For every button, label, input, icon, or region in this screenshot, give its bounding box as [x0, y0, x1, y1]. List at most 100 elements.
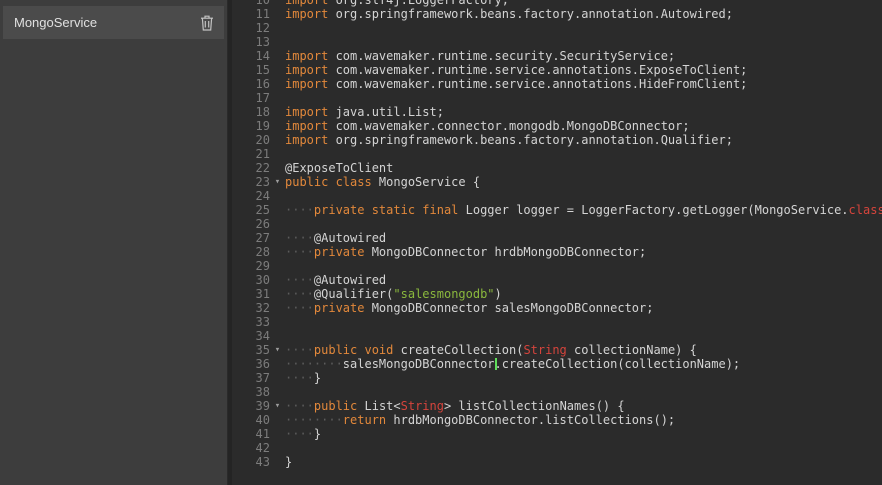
- code-row[interactable]: 29: [232, 259, 882, 273]
- code-line-text: ····}: [285, 427, 882, 441]
- code-line-text: [285, 315, 882, 329]
- code-row[interactable]: 14import com.wavemaker.runtime.security.…: [232, 49, 882, 63]
- code-line-text: ····private MongoDBConnector salesMongoD…: [285, 301, 882, 315]
- code-editor[interactable]: 10 import org.slf4j.LoggerFactory;11impor…: [232, 0, 882, 485]
- code-row[interactable]: 26: [232, 217, 882, 231]
- line-number: 36: [232, 357, 270, 371]
- code-row[interactable]: 33: [232, 315, 882, 329]
- line-number: 10: [232, 0, 270, 7]
- code-row[interactable]: 15 import com.wavemaker.runtime.service.a…: [232, 63, 882, 77]
- code-row[interactable]: 21: [232, 147, 882, 161]
- fold-spacer: [270, 427, 285, 441]
- fold-spacer: [270, 357, 285, 371]
- fold-arrow-icon[interactable]: ▾: [270, 399, 285, 413]
- code-row[interactable]: 36 ········salesMongoDBConnector.createCo…: [232, 357, 882, 371]
- fold-spacer: [270, 119, 285, 133]
- code-row[interactable]: 39▾····public List<String> listCollectio…: [232, 399, 882, 413]
- line-number: 43: [232, 455, 270, 469]
- line-number: 30: [232, 273, 270, 287]
- line-number: 41: [232, 427, 270, 441]
- fold-spacer: [270, 385, 285, 399]
- code-row[interactable]: 32····private MongoDBConnector salesMong…: [232, 301, 882, 315]
- fold-spacer: [270, 105, 285, 119]
- code-row[interactable]: 11import org.springframework.beans.facto…: [232, 7, 882, 21]
- line-number: 15: [232, 63, 270, 77]
- code-row[interactable]: 40········return hrdbMongoDBConnector.li…: [232, 413, 882, 427]
- line-number: 42: [232, 441, 270, 455]
- code-row[interactable]: 37····}: [232, 371, 882, 385]
- code-line-text: import com.wavemaker.connector.mongodb.M…: [285, 119, 882, 133]
- sidebar-item-mongoservice[interactable]: MongoService: [3, 6, 224, 39]
- code-line-text: ····public List<String> listCollectionNa…: [285, 399, 882, 413]
- fold-spacer: [270, 287, 285, 301]
- fold-spacer: [270, 455, 285, 469]
- code-line-text: import org.springframework.beans.factory…: [285, 7, 882, 21]
- code-row[interactable]: 30····@Autowired: [232, 273, 882, 287]
- code-row[interactable]: 19import com.wavemaker.connector.mongodb…: [232, 119, 882, 133]
- code-line-text: [285, 189, 882, 203]
- fold-spacer: [270, 203, 285, 217]
- code-line-text: ····@Qualifier("salesmongodb"): [285, 287, 882, 301]
- fold-spacer: [270, 7, 285, 21]
- code-row[interactable]: 25····private static final Logger logger…: [232, 203, 882, 217]
- line-number: 37: [232, 371, 270, 385]
- code-line-text: ····private static final Logger logger =…: [285, 203, 882, 217]
- fold-spacer: [270, 161, 285, 175]
- code-line-text: import org.springframework.beans.factory…: [285, 133, 882, 147]
- code-row[interactable]: 41 ····}: [232, 427, 882, 441]
- code-row[interactable]: 27····@Autowired: [232, 231, 882, 245]
- code-row[interactable]: 18import java.util.List;: [232, 105, 882, 119]
- line-number: 23: [232, 175, 270, 189]
- line-number: 17: [232, 91, 270, 105]
- code-line-text: [285, 21, 882, 35]
- code-line-text: ········salesMongoDBConnector.createColl…: [285, 357, 882, 371]
- service-list-sidebar: MongoService: [0, 0, 228, 485]
- code-row[interactable]: 12: [232, 21, 882, 35]
- line-number: 14: [232, 49, 270, 63]
- fold-spacer: [270, 91, 285, 105]
- fold-arrow-icon[interactable]: ▾: [270, 175, 285, 189]
- line-number: 34: [232, 329, 270, 343]
- line-number: 13: [232, 35, 270, 49]
- code-line-text: import com.wavemaker.runtime.service.ann…: [285, 77, 882, 91]
- code-row[interactable]: 16 import com.wavemaker.runtime.service.a…: [232, 77, 882, 91]
- code-row[interactable]: 22@ExposeToClient: [232, 161, 882, 175]
- code-row[interactable]: 31····@Qualifier("salesmongodb"): [232, 287, 882, 301]
- code-line-text: import java.util.List;: [285, 105, 882, 119]
- app-window: MongoService 10 import org.slf4j.LoggerFa…: [0, 0, 882, 485]
- code-line-text: ····private MongoDBConnector hrdbMongoDB…: [285, 245, 882, 259]
- line-number: 35: [232, 343, 270, 357]
- fold-spacer: [270, 63, 285, 77]
- fold-spacer: [270, 189, 285, 203]
- code-row[interactable]: 10 import org.slf4j.LoggerFactory;: [232, 0, 882, 7]
- code-line-text: [285, 441, 882, 455]
- code-line-text: import org.slf4j.LoggerFactory;: [285, 0, 882, 7]
- fold-spacer: [270, 231, 285, 245]
- fold-spacer: [270, 413, 285, 427]
- trash-icon[interactable]: [200, 15, 214, 31]
- code-row[interactable]: 17: [232, 91, 882, 105]
- fold-spacer: [270, 21, 285, 35]
- fold-arrow-icon[interactable]: ▾: [270, 343, 285, 357]
- code-line-text: [285, 217, 882, 231]
- code-row[interactable]: 24: [232, 189, 882, 203]
- code-row[interactable]: 28····private MongoDBConnector hrdbMongo…: [232, 245, 882, 259]
- code-row[interactable]: 42: [232, 441, 882, 455]
- line-number: 16: [232, 77, 270, 91]
- code-line-text: import com.wavemaker.runtime.service.ann…: [285, 63, 882, 77]
- code-line-text: public class MongoService {: [285, 175, 882, 189]
- fold-spacer: [270, 77, 285, 91]
- code-row[interactable]: 35▾····public void createCollection(Stri…: [232, 343, 882, 357]
- code-row[interactable]: 20import org.springframework.beans.facto…: [232, 133, 882, 147]
- code-row[interactable]: 13: [232, 35, 882, 49]
- code-row[interactable]: 34: [232, 329, 882, 343]
- code-row[interactable]: 23▾public class MongoService {: [232, 175, 882, 189]
- code-row[interactable]: 38: [232, 385, 882, 399]
- line-number: 24: [232, 189, 270, 203]
- line-number: 29: [232, 259, 270, 273]
- service-name-label: MongoService: [14, 15, 97, 30]
- fold-spacer: [270, 49, 285, 63]
- code-row[interactable]: 43}: [232, 455, 882, 469]
- code-line-text: [285, 259, 882, 273]
- fold-spacer: [270, 259, 285, 273]
